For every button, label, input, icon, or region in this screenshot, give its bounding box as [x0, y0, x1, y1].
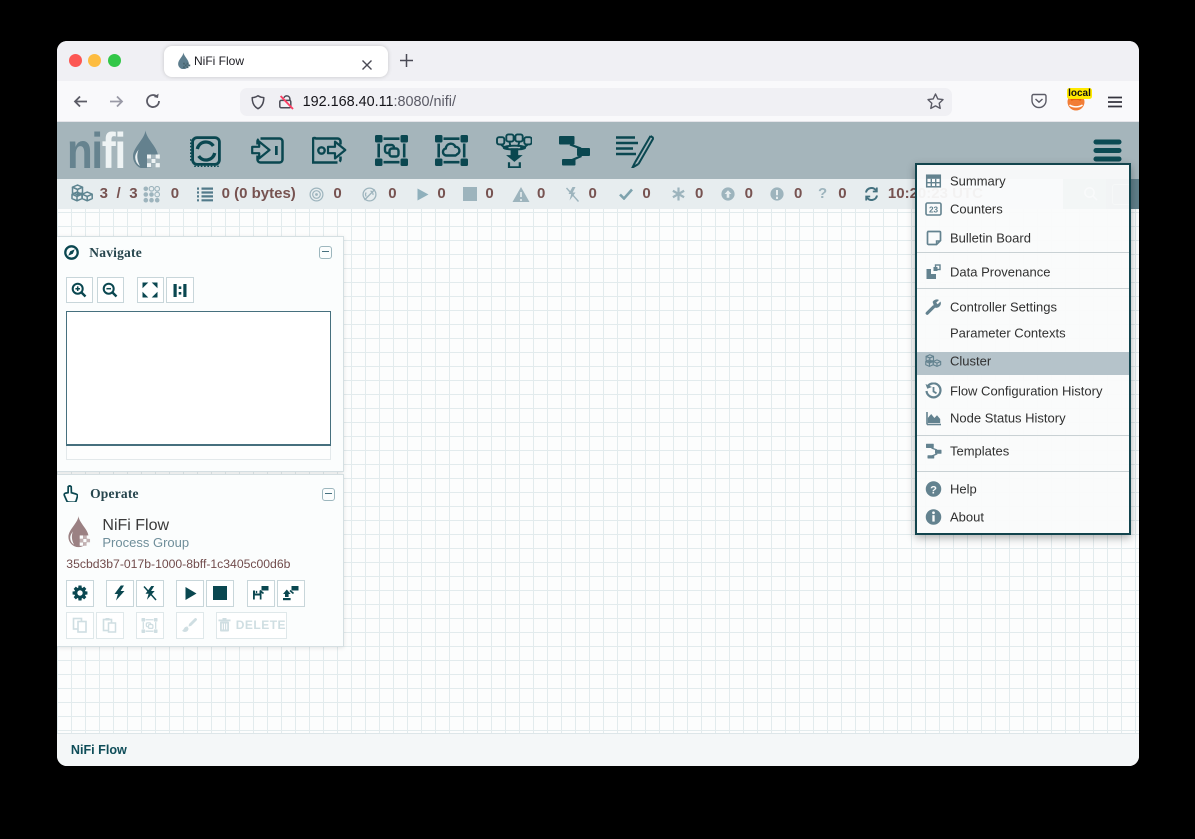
svg-text:23: 23 [928, 205, 938, 214]
svg-text:?: ? [930, 484, 937, 496]
